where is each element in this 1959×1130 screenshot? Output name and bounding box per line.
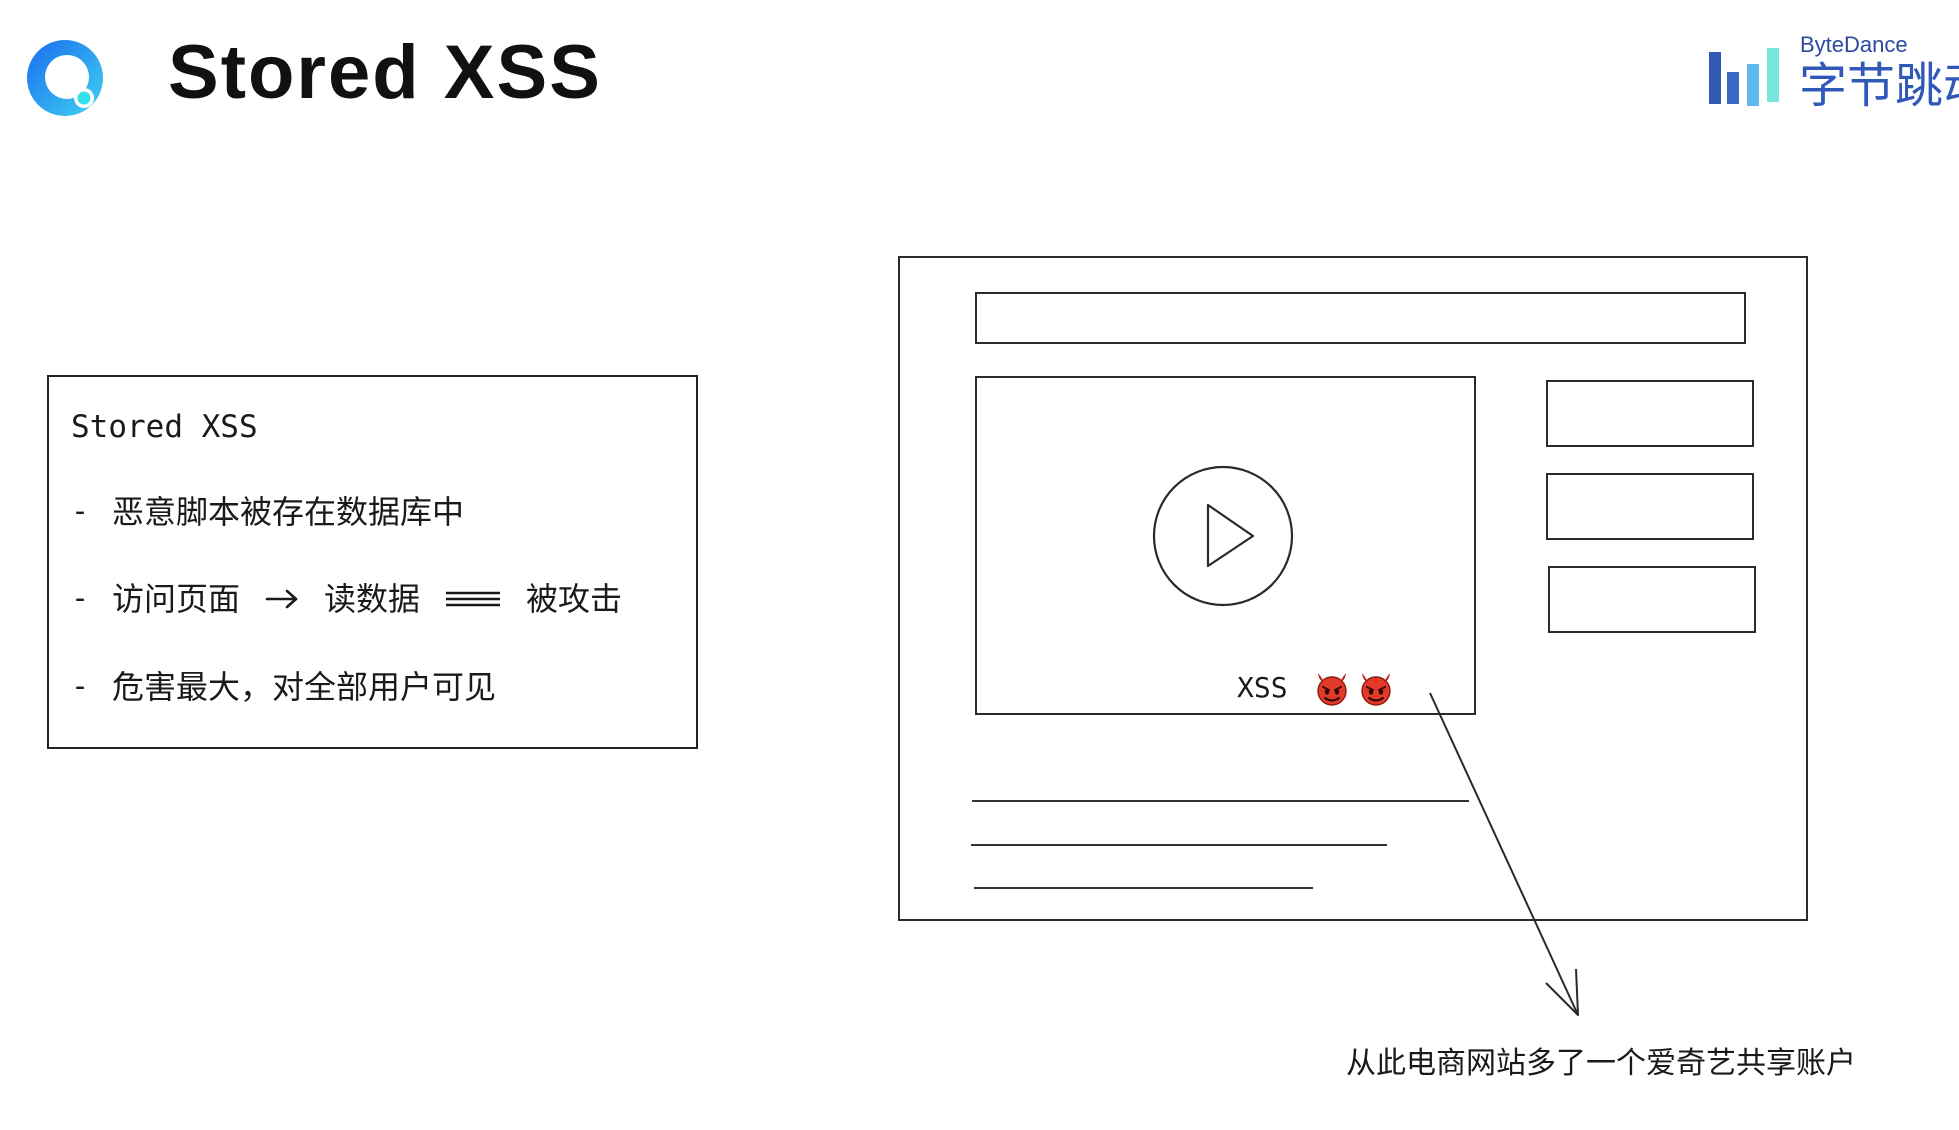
sidebar-card-mockup xyxy=(1548,566,1756,633)
product-logo-icon xyxy=(27,40,103,116)
caption-text: 从此电商网站多了一个爱奇艺共享账户 xyxy=(1346,1046,1856,1081)
triple-bar-icon xyxy=(446,591,501,607)
bullet-marker: - xyxy=(71,581,90,616)
bullet-visible-to-all: - 危害最大，对全部用户可见 xyxy=(71,667,496,707)
summary-box: Stored XSS - 恶意脚本被存在数据库中 - 访问页面 读数据 被攻击 … xyxy=(47,375,698,749)
play-icon xyxy=(1152,465,1294,607)
sidebar-card-mockup xyxy=(1546,380,1754,447)
bullet-stored-in-db: - 恶意脚本被存在数据库中 xyxy=(71,492,464,532)
attack-flow: 访问页面 读数据 被攻击 xyxy=(112,579,622,619)
brand-name-cn: 字节跳动 xyxy=(1799,58,1959,114)
xss-comment-label: XSS xyxy=(1237,671,1288,704)
summary-heading: Stored XSS xyxy=(71,409,258,445)
bullet-attack-flow: - 访问页面 读数据 被攻击 xyxy=(71,579,622,619)
bullet-marker: - xyxy=(71,494,90,529)
bytedance-logo: ByteDance 字节跳动 xyxy=(1709,30,1959,120)
flow-step-read-data: 读数据 xyxy=(324,580,421,618)
content-line-mockup xyxy=(972,800,1469,802)
bullet-text: 危害最大，对全部用户可见 xyxy=(112,668,497,706)
sidebar-card-mockup xyxy=(1546,473,1754,540)
bytedance-bars-icon xyxy=(1709,48,1779,106)
flow-result-attacked: 被攻击 xyxy=(526,580,623,618)
flow-step-visit-page: 访问页面 xyxy=(112,580,241,618)
devil-icon xyxy=(1361,673,1391,706)
address-bar-mockup xyxy=(975,292,1746,344)
page-title: Stored XSS xyxy=(168,30,602,115)
content-line-mockup xyxy=(971,844,1387,846)
arrow-right-icon xyxy=(265,589,298,609)
bullet-marker: - xyxy=(71,669,90,704)
bullet-text: 恶意脚本被存在数据库中 xyxy=(112,493,465,531)
brand-name-en: ByteDance xyxy=(1800,32,1908,57)
devil-icon xyxy=(1317,673,1347,706)
content-line-mockup xyxy=(974,887,1313,889)
